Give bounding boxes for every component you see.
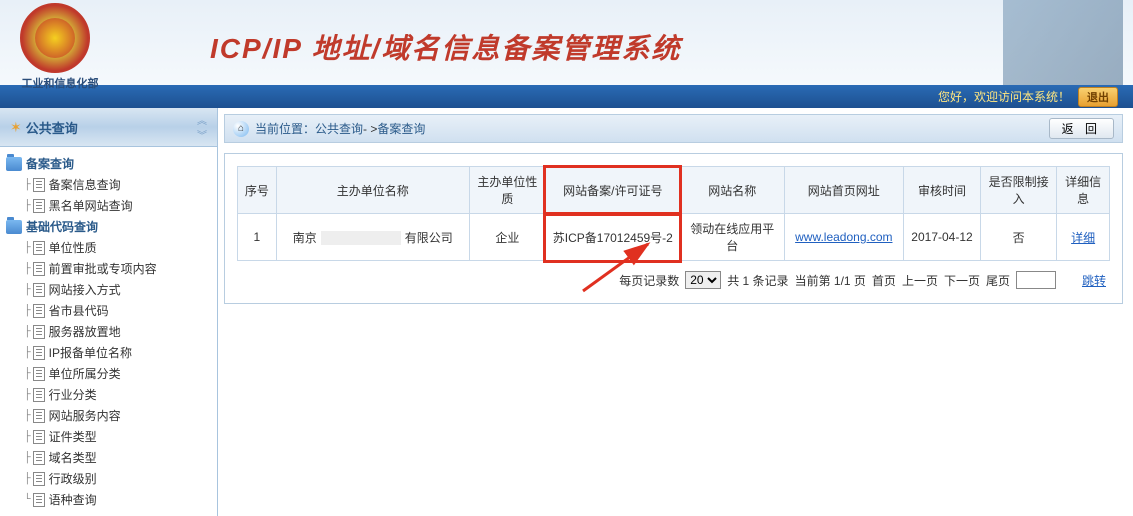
tree-group[interactable]: 备案查询 (4, 153, 213, 174)
th-audit-date: 审核时间 (903, 167, 980, 214)
th-index: 序号 (238, 167, 277, 214)
folder-icon (6, 157, 22, 171)
back-button[interactable]: 返 回 (1049, 118, 1114, 139)
cell-restricted: 否 (981, 214, 1057, 261)
tree-item[interactable]: ├IP报备单位名称 (4, 342, 213, 363)
sidebar-header[interactable]: ✶ 公共查询 ︽︾ (0, 108, 217, 147)
page-icon (33, 367, 45, 381)
collapse-icon: ︽︾ (197, 112, 207, 142)
cell-org-type: 企业 (469, 214, 545, 261)
th-site-name: 网站名称 (680, 167, 784, 214)
annotation-arrow (573, 236, 673, 296)
table-row: 1 南京有限公司 企业 苏ICP备17012459号-2 领动在线应用平台 ww… (238, 214, 1110, 261)
th-org-type: 主办单位性质 (469, 167, 545, 214)
gear-icon: ✶ (10, 119, 22, 136)
sidebar-title: 公共查询 (26, 118, 197, 137)
page-icon (33, 283, 45, 297)
page-icon (33, 472, 45, 486)
breadcrumb-path-1[interactable]: 公共查询 (315, 120, 363, 137)
total-label: 共 1 条记录 (727, 272, 788, 289)
next-page-link[interactable]: 下一页 (944, 272, 980, 289)
page-icon (33, 409, 45, 423)
main-content: ⌂ 当前位置： 公共查询 - > 备案查询 返 回 序号 主办单位名称 主办单位… (218, 108, 1133, 516)
tree-item[interactable]: ├省市县代码 (4, 300, 213, 321)
app-header: 工业和信息化部 ICP/IP 地址/域名信息备案管理系统 您好，欢迎访问本系统！… (0, 0, 1133, 108)
table-header-row: 序号 主办单位名称 主办单位性质 网站备案/许可证号 网站名称 网站首页网址 审… (238, 167, 1110, 214)
breadcrumb: ⌂ 当前位置： 公共查询 - > 备案查询 返 回 (225, 115, 1122, 142)
redacted-block (321, 231, 401, 245)
page-icon (33, 304, 45, 318)
results-table: 序号 主办单位名称 主办单位性质 网站备案/许可证号 网站名称 网站首页网址 审… (237, 166, 1110, 261)
page-icon (33, 430, 45, 444)
page-icon (33, 325, 45, 339)
cell-index: 1 (238, 214, 277, 261)
tree-item[interactable]: ├域名类型 (4, 447, 213, 468)
page-icon (33, 451, 45, 465)
tree-item[interactable]: ├前置审批或专项内容 (4, 258, 213, 279)
cell-audit-date: 2017-04-12 (903, 214, 980, 261)
folder-icon (6, 220, 22, 234)
nav-tree: 备案查询├备案信息查询├黑名单网站查询基础代码查询├单位性质├前置审批或专项内容… (0, 147, 217, 516)
detail-link[interactable]: 详细 (1071, 231, 1095, 245)
th-org-name: 主办单位名称 (276, 167, 469, 214)
tree-item[interactable]: ├单位性质 (4, 237, 213, 258)
page-icon (33, 388, 45, 402)
emblem-block: 工业和信息化部 (20, 3, 100, 91)
cell-org-name: 南京有限公司 (276, 214, 469, 261)
tree-item[interactable]: ├行业分类 (4, 384, 213, 405)
tree-item[interactable]: ├行政级别 (4, 468, 213, 489)
header-toolbar: 您好，欢迎访问本系统！ 退出 (0, 85, 1133, 108)
page-icon (33, 241, 45, 255)
header-decoration (1003, 0, 1123, 85)
page-icon (33, 262, 45, 276)
page-icon (33, 346, 45, 360)
first-page-link[interactable]: 首页 (872, 272, 896, 289)
content-panel: 序号 主办单位名称 主办单位性质 网站备案/许可证号 网站名称 网站首页网址 审… (224, 153, 1123, 304)
national-emblem-icon (20, 3, 90, 73)
emblem-label: 工业和信息化部 (22, 75, 99, 91)
page-input[interactable] (1016, 271, 1056, 289)
prev-page-link[interactable]: 上一页 (902, 272, 938, 289)
tree-item[interactable]: ├服务器放置地 (4, 321, 213, 342)
tree-item[interactable]: ├证件类型 (4, 426, 213, 447)
breadcrumb-sep: - > (363, 122, 377, 136)
tree-item[interactable]: ├备案信息查询 (4, 174, 213, 195)
tree-item[interactable]: ├单位所属分类 (4, 363, 213, 384)
tree-item[interactable]: ├网站接入方式 (4, 279, 213, 300)
current-page-label: 当前第 1/1 页 (795, 272, 866, 289)
logout-button[interactable]: 退出 (1078, 87, 1118, 107)
cell-detail: 详细 (1057, 214, 1110, 261)
pagination: 每页记录数 20 共 1 条记录 当前第 1/1 页 首页 上一页 下一页 尾页… (237, 261, 1110, 291)
tree-item[interactable]: ├黑名单网站查询 (4, 195, 213, 216)
breadcrumb-label: 当前位置： (255, 120, 315, 137)
welcome-text: 您好，欢迎访问本系统！ (938, 88, 1070, 105)
th-site-url: 网站首页网址 (784, 167, 903, 214)
site-url-link[interactable]: www.leadong.com (795, 230, 892, 244)
page-icon (33, 199, 45, 213)
jump-link[interactable]: 跳转 (1082, 272, 1106, 289)
cell-site-name: 领动在线应用平台 (680, 214, 784, 261)
cell-site-url: www.leadong.com (784, 214, 903, 261)
th-restricted: 是否限制接入 (981, 167, 1057, 214)
home-icon[interactable]: ⌂ (233, 121, 249, 137)
page-icon (33, 178, 45, 192)
breadcrumb-path-2[interactable]: 备案查询 (377, 120, 425, 137)
tree-item[interactable]: ├网站服务内容 (4, 405, 213, 426)
last-page-link[interactable]: 尾页 (986, 272, 1010, 289)
th-license: 网站备案/许可证号 (545, 167, 680, 214)
tree-group[interactable]: 基础代码查询 (4, 216, 213, 237)
sidebar: ✶ 公共查询 ︽︾ 备案查询├备案信息查询├黑名单网站查询基础代码查询├单位性质… (0, 108, 218, 516)
app-title: ICP/IP 地址/域名信息备案管理系统 (210, 27, 681, 67)
th-detail: 详细信息 (1057, 167, 1110, 214)
per-page-select[interactable]: 20 (685, 271, 721, 289)
